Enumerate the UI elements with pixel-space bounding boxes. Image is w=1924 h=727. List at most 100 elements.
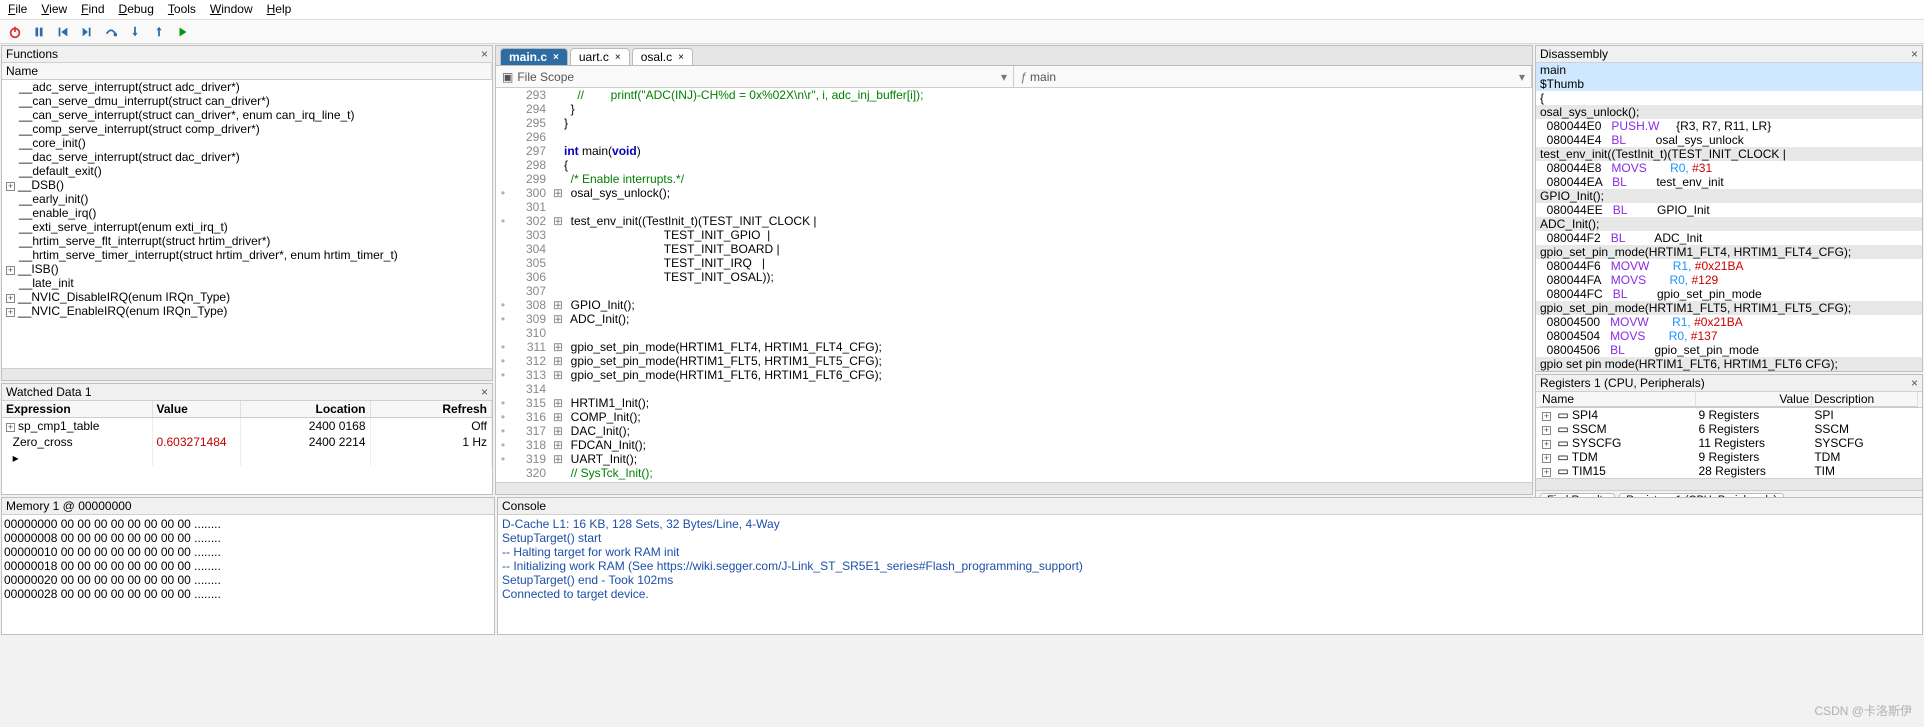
scrollbar-h[interactable]: [2, 368, 492, 380]
disasm-line[interactable]: 080044EA BL test_env_init: [1536, 175, 1922, 189]
code-line[interactable]: •311⊞ gpio_set_pin_mode(HRTIM1_FLT4, HRT…: [496, 340, 1532, 354]
function-scope-select[interactable]: ƒ main▾: [1014, 66, 1532, 87]
code-line[interactable]: 299 /* Enable interrupts.*/: [496, 172, 1532, 186]
memory-row[interactable]: 00000018 00 00 00 00 00 00 00 00 .......…: [4, 559, 492, 573]
close-icon[interactable]: ×: [1911, 47, 1918, 61]
code-line[interactable]: 306 TEST_INIT_OSAL));: [496, 270, 1532, 284]
register-row[interactable]: + ▭ TDM9 RegistersTDM: [1536, 450, 1922, 464]
code-line[interactable]: 310: [496, 326, 1532, 340]
col-location[interactable]: Location: [240, 401, 370, 418]
disasm-line[interactable]: 08004504 MOVS R0, #137: [1536, 329, 1922, 343]
code-line[interactable]: •316⊞ COMP_Init();: [496, 410, 1532, 424]
file-scope-select[interactable]: ▣File Scope▾: [496, 66, 1014, 87]
memory-row[interactable]: 00000020 00 00 00 00 00 00 00 00 .......…: [4, 573, 492, 587]
memory-row[interactable]: 00000000 00 00 00 00 00 00 00 00 .......…: [4, 517, 492, 531]
code-line[interactable]: •319⊞ UART_Init();: [496, 452, 1532, 466]
col-value[interactable]: Value: [1696, 392, 1812, 407]
tab-uart-c[interactable]: uart.c×: [570, 48, 630, 65]
code-line[interactable]: 297int main(void): [496, 144, 1532, 158]
memory-view[interactable]: 00000000 00 00 00 00 00 00 00 00 .......…: [2, 515, 494, 634]
function-item[interactable]: __enable_irq(): [2, 206, 492, 220]
close-icon[interactable]: ×: [553, 52, 559, 63]
close-icon[interactable]: ×: [481, 47, 488, 61]
menu-file[interactable]: File: [8, 2, 27, 17]
code-line[interactable]: 314: [496, 382, 1532, 396]
disasm-line[interactable]: 080044EE BL GPIO_Init: [1536, 203, 1922, 217]
watched-row[interactable]: +sp_cmp1_table2400 0168Off: [2, 418, 492, 435]
function-item[interactable]: __exti_serve_interrupt(enum exti_irq_t): [2, 220, 492, 234]
run-icon[interactable]: [176, 25, 190, 39]
code-line[interactable]: 295}: [496, 116, 1532, 130]
register-row[interactable]: + ▭ SPI49 RegistersSPI: [1536, 408, 1922, 422]
code-line[interactable]: 294 }: [496, 102, 1532, 116]
disasm-line[interactable]: 08004500 MOVW R1, #0x21BA: [1536, 315, 1922, 329]
col-value[interactable]: Value: [152, 401, 240, 418]
col-desc[interactable]: Description: [1812, 392, 1918, 407]
code-line[interactable]: 301: [496, 200, 1532, 214]
watched-table[interactable]: ExpressionValueLocationRefresh +sp_cmp1_…: [2, 401, 492, 466]
col-refresh[interactable]: Refresh: [370, 401, 492, 418]
code-line[interactable]: 293 // printf("ADC(INJ)-CH%d = 0x%02X\n\…: [496, 88, 1532, 102]
code-line[interactable]: •309⊞ ADC_Init();: [496, 312, 1532, 326]
scrollbar-h[interactable]: [1536, 478, 1922, 490]
code-editor[interactable]: 293 // printf("ADC(INJ)-CH%d = 0x%02X\n\…: [496, 88, 1532, 482]
register-row[interactable]: + ▭ SYSCFG11 RegistersSYSCFG: [1536, 436, 1922, 450]
pause-icon[interactable]: [32, 25, 46, 39]
function-item[interactable]: __hrtim_serve_flt_interrupt(struct hrtim…: [2, 234, 492, 248]
memory-row[interactable]: 00000008 00 00 00 00 00 00 00 00 .......…: [4, 531, 492, 545]
function-item[interactable]: __dac_serve_interrupt(struct dac_driver*…: [2, 150, 492, 164]
close-icon[interactable]: ×: [678, 52, 684, 63]
function-item[interactable]: +__ISB(): [2, 262, 492, 276]
code-line[interactable]: •315⊞ HRTIM1_Init();: [496, 396, 1532, 410]
close-icon[interactable]: ×: [615, 52, 621, 63]
disasm-line[interactable]: 080044F2 BL ADC_Init: [1536, 231, 1922, 245]
code-line[interactable]: 303 TEST_INIT_GPIO |: [496, 228, 1532, 242]
memory-row[interactable]: 00000028 00 00 00 00 00 00 00 00 .......…: [4, 587, 492, 601]
function-item[interactable]: __late_init: [2, 276, 492, 290]
code-line[interactable]: •318⊞ FDCAN_Init();: [496, 438, 1532, 452]
registers-list[interactable]: + ▭ SPI49 RegistersSPI+ ▭ SSCM6 Register…: [1536, 408, 1922, 478]
disasm-line[interactable]: 080044FA MOVS R0, #129: [1536, 273, 1922, 287]
step-into-icon[interactable]: [128, 25, 142, 39]
expand-icon[interactable]: +: [6, 266, 15, 275]
watched-row[interactable]: ▸: [2, 450, 492, 466]
tab-osal-c[interactable]: osal.c×: [632, 48, 693, 65]
close-icon[interactable]: ×: [1911, 376, 1918, 390]
code-line[interactable]: 304 TEST_INIT_BOARD |: [496, 242, 1532, 256]
code-line[interactable]: •313⊞ gpio_set_pin_mode(HRTIM1_FLT6, HRT…: [496, 368, 1532, 382]
editor-tabs[interactable]: main.c×uart.c×osal.c×: [496, 46, 1532, 66]
run-to-icon[interactable]: [80, 25, 94, 39]
function-item[interactable]: +__NVIC_EnableIRQ(enum IRQn_Type): [2, 304, 492, 318]
watched-row[interactable]: Zero_cross0.6032714842400 22141 Hz: [2, 434, 492, 450]
code-line[interactable]: •312⊞ gpio_set_pin_mode(HRTIM1_FLT5, HRT…: [496, 354, 1532, 368]
function-item[interactable]: +__DSB(): [2, 178, 492, 192]
menu-debug[interactable]: Debug: [119, 2, 154, 17]
step-back-icon[interactable]: [56, 25, 70, 39]
functions-list[interactable]: __adc_serve_interrupt(struct adc_driver*…: [2, 80, 492, 368]
code-line[interactable]: 305 TEST_INIT_IRQ |: [496, 256, 1532, 270]
expand-icon[interactable]: +: [6, 308, 15, 317]
function-item[interactable]: +__NVIC_DisableIRQ(enum IRQn_Type): [2, 290, 492, 304]
code-line[interactable]: 307: [496, 284, 1532, 298]
function-item[interactable]: __adc_serve_interrupt(struct adc_driver*…: [2, 80, 492, 94]
console-output[interactable]: D-Cache L1: 16 KB, 128 Sets, 32 Bytes/Li…: [498, 515, 1922, 634]
functions-header[interactable]: Name: [2, 63, 492, 80]
expand-icon[interactable]: +: [6, 294, 15, 303]
code-line[interactable]: 320 // SysTck_Init();: [496, 466, 1532, 480]
code-line[interactable]: •317⊞ DAC_Init();: [496, 424, 1532, 438]
code-line[interactable]: 298{: [496, 158, 1532, 172]
step-out-icon[interactable]: [152, 25, 166, 39]
disasm-line[interactable]: 080044F6 MOVW R1, #0x21BA: [1536, 259, 1922, 273]
code-line[interactable]: •308⊞ GPIO_Init();: [496, 298, 1532, 312]
disasm-line[interactable]: 080044E0 PUSH.W {R3, R7, R11, LR}: [1536, 119, 1922, 133]
disasm-line[interactable]: 08004506 BL gpio_set_pin_mode: [1536, 343, 1922, 357]
step-over-icon[interactable]: [104, 25, 118, 39]
memory-row[interactable]: 00000010 00 00 00 00 00 00 00 00 .......…: [4, 545, 492, 559]
menu-find[interactable]: Find: [81, 2, 104, 17]
power-icon[interactable]: [8, 25, 22, 39]
code-line[interactable]: •300⊞ osal_sys_unlock();: [496, 186, 1532, 200]
function-item[interactable]: __early_init(): [2, 192, 492, 206]
register-row[interactable]: + ▭ TIM1528 RegistersTIM: [1536, 464, 1922, 478]
function-item[interactable]: __core_init(): [2, 136, 492, 150]
col-expression[interactable]: Expression: [2, 401, 152, 418]
